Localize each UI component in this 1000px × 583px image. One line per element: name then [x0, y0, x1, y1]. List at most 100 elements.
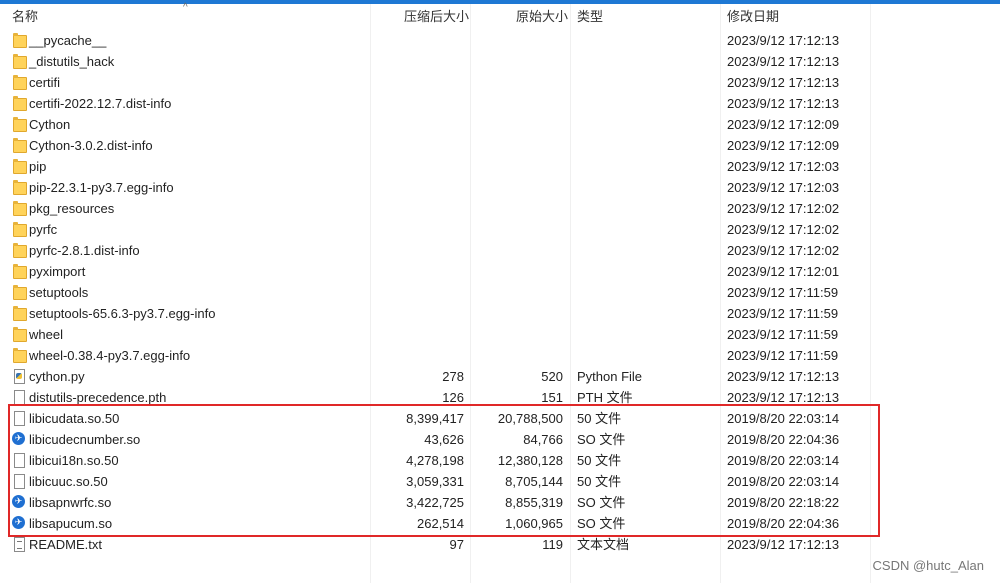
file-name: libsapnwrfc.so [29, 495, 112, 510]
file-row[interactable]: libicuuc.so.50 3,059,331 8,705,144 50 文件 201… [0, 471, 1000, 492]
column-header-type[interactable]: 类型 [577, 4, 603, 28]
file-modified-date: 2023/9/12 17:12:13 [727, 390, 840, 405]
file-original-size: 84,766 [523, 432, 563, 447]
file-modified-date: 2023/9/12 17:12:02 [727, 201, 840, 216]
file-row[interactable]: pkg_resources 2023/9/12 17:12:02 [0, 198, 1000, 219]
file-row[interactable]: ✈ libicudecnumber.so 43,626 84,766 SO 文件 2019… [0, 429, 1000, 450]
file-name: libicudecnumber.so [29, 432, 141, 447]
file-name: libicudata.so.50 [29, 411, 120, 426]
file-modified-date: 2023/9/12 17:12:09 [727, 117, 840, 132]
file-type: Python File [577, 369, 643, 384]
file-name: wheel [29, 327, 63, 342]
file-row[interactable]: wheel-0.38.4-py3.7.egg-info 2023/9/12 17:… [0, 345, 1000, 366]
python-file-icon [12, 369, 26, 384]
folder-icon [12, 327, 27, 342]
file-name: Cython-3.0.2.dist-info [29, 138, 153, 153]
file-row[interactable]: pyrfc-2.8.1.dist-info 2023/9/12 17:12:02 [0, 240, 1000, 261]
file-row[interactable]: pyximport 2023/9/12 17:12:01 [0, 261, 1000, 282]
file-row[interactable]: certifi-2022.12.7.dist-info 2023/9/12 17:… [0, 93, 1000, 114]
folder-icon [12, 201, 27, 216]
file-compressed-size: 3,422,725 [406, 495, 464, 510]
file-row[interactable]: __pycache__ 2023/9/12 17:12:13 [0, 30, 1000, 51]
text-file-icon [12, 537, 26, 552]
file-row[interactable]: distutils-precedence.pth 126 151 PTH 文件 2023… [0, 387, 1000, 408]
file-row[interactable]: _distutils_hack 2023/9/12 17:12:13 [0, 51, 1000, 72]
folder-icon [12, 243, 27, 258]
file-name: pyximport [29, 264, 86, 279]
file-compressed-size: 3,059,331 [406, 474, 464, 489]
file-modified-date: 2023/9/12 17:12:13 [727, 54, 840, 69]
file-modified-date: 2023/9/12 17:12:13 [727, 537, 840, 552]
file-name: _distutils_hack [29, 54, 115, 69]
file-row[interactable]: pip 2023/9/12 17:12:03 [0, 156, 1000, 177]
file-type: 50 文件 [577, 453, 622, 468]
file-row[interactable]: setuptools-65.6.3-py3.7.egg-info 2023/9/1… [0, 303, 1000, 324]
file-row[interactable]: Cython-3.0.2.dist-info 2023/9/12 17:12:09 [0, 135, 1000, 156]
folder-icon [12, 96, 27, 111]
file-type: SO 文件 [577, 432, 626, 447]
file-modified-date: 2023/9/12 17:11:59 [727, 306, 839, 321]
file-modified-date: 2023/9/12 17:12:13 [727, 96, 840, 111]
file-icon [12, 453, 26, 468]
file-modified-date: 2023/9/12 17:12:13 [727, 33, 840, 48]
file-original-size: 119 [542, 537, 563, 552]
file-name: setuptools-65.6.3-py3.7.egg-info [29, 306, 216, 321]
file-row[interactable]: pip-22.3.1-py3.7.egg-info 2023/9/12 17:12… [0, 177, 1000, 198]
file-original-size: 1,060,965 [505, 516, 563, 531]
sort-ascending-icon: ^ [183, 2, 188, 13]
file-row[interactable]: libicudata.so.50 8,399,417 20,788,500 50 文件… [0, 408, 1000, 429]
file-type: 文本文档 [577, 537, 630, 552]
folder-icon [12, 264, 27, 279]
file-name: cython.py [29, 369, 85, 384]
file-modified-date: 2023/9/12 17:12:13 [727, 369, 840, 384]
file-icon [12, 390, 26, 405]
column-header-row: 名称 ^ 压缩后大小 原始大小 类型 修改日期 [0, 2, 1000, 28]
file-icon [12, 474, 26, 489]
file-type: SO 文件 [577, 495, 626, 510]
file-row[interactable]: certifi 2023/9/12 17:12:13 [0, 72, 1000, 93]
file-type: 50 文件 [577, 474, 622, 489]
file-modified-date: 2023/9/12 17:11:59 [727, 327, 839, 342]
folder-icon [12, 117, 27, 132]
file-modified-date: 2023/9/12 17:11:59 [727, 285, 839, 300]
file-compressed-size: 4,278,198 [406, 453, 464, 468]
so-file-icon: ✈ [12, 495, 26, 509]
file-row[interactable]: ✈ libsapnwrfc.so 3,422,725 8,855,319 SO 文件 20… [0, 492, 1000, 513]
file-modified-date: 2019/8/20 22:03:14 [727, 453, 840, 468]
file-type: PTH 文件 [577, 390, 633, 405]
file-name: pkg_resources [29, 201, 115, 216]
file-modified-date: 2023/9/12 17:12:03 [727, 180, 840, 195]
file-original-size: 8,855,319 [505, 495, 563, 510]
column-header-name[interactable]: 名称 [12, 4, 38, 28]
file-modified-date: 2023/9/12 17:12:03 [727, 159, 840, 174]
file-row[interactable]: setuptools 2023/9/12 17:11:59 [0, 282, 1000, 303]
file-row[interactable]: README.txt 97 119 文本文档 2023/9/12 17:12:13 [0, 534, 1000, 555]
file-row[interactable]: Cython 2023/9/12 17:12:09 [0, 114, 1000, 135]
file-compressed-size: 126 [442, 390, 464, 405]
file-modified-date: 2023/9/12 17:12:02 [727, 243, 840, 258]
column-header-original-size[interactable]: 原始大小 [516, 4, 568, 28]
file-row[interactable]: libicui18n.so.50 4,278,198 12,380,128 50 文件… [0, 450, 1000, 471]
file-name: pip-22.3.1-py3.7.egg-info [29, 180, 174, 195]
folder-icon [12, 54, 27, 69]
file-original-size: 20,788,500 [497, 411, 563, 426]
file-row[interactable]: ✈ libsapucum.so 262,514 1,060,965 SO 文件 2019/… [0, 513, 1000, 534]
column-header-compressed-size[interactable]: 压缩后大小 [404, 4, 469, 28]
file-compressed-size: 97 [449, 537, 464, 552]
file-compressed-size: 43,626 [424, 432, 464, 447]
so-file-icon: ✈ [12, 432, 26, 446]
file-name: libsapucum.so [29, 516, 113, 531]
file-list: 名称 ^ 压缩后大小 原始大小 类型 修改日期 __pycache__ 2023/… [0, 2, 1000, 583]
file-name: pip [29, 159, 47, 174]
file-modified-date: 2023/9/12 17:12:09 [727, 138, 840, 153]
file-name: pyrfc [29, 222, 58, 237]
file-original-size: 151 [541, 390, 563, 405]
file-row[interactable]: wheel 2023/9/12 17:11:59 [0, 324, 1000, 345]
file-row[interactable]: cython.py 278 520 Python File 2023/9/12 17:1… [0, 366, 1000, 387]
file-modified-date: 2019/8/20 22:04:36 [727, 516, 840, 531]
file-row[interactable]: pyrfc 2023/9/12 17:12:02 [0, 219, 1000, 240]
column-header-modified[interactable]: 修改日期 [727, 4, 779, 28]
file-icon [12, 411, 26, 426]
file-modified-date: 2019/8/20 22:18:22 [727, 495, 840, 510]
file-compressed-size: 8,399,417 [406, 411, 464, 426]
